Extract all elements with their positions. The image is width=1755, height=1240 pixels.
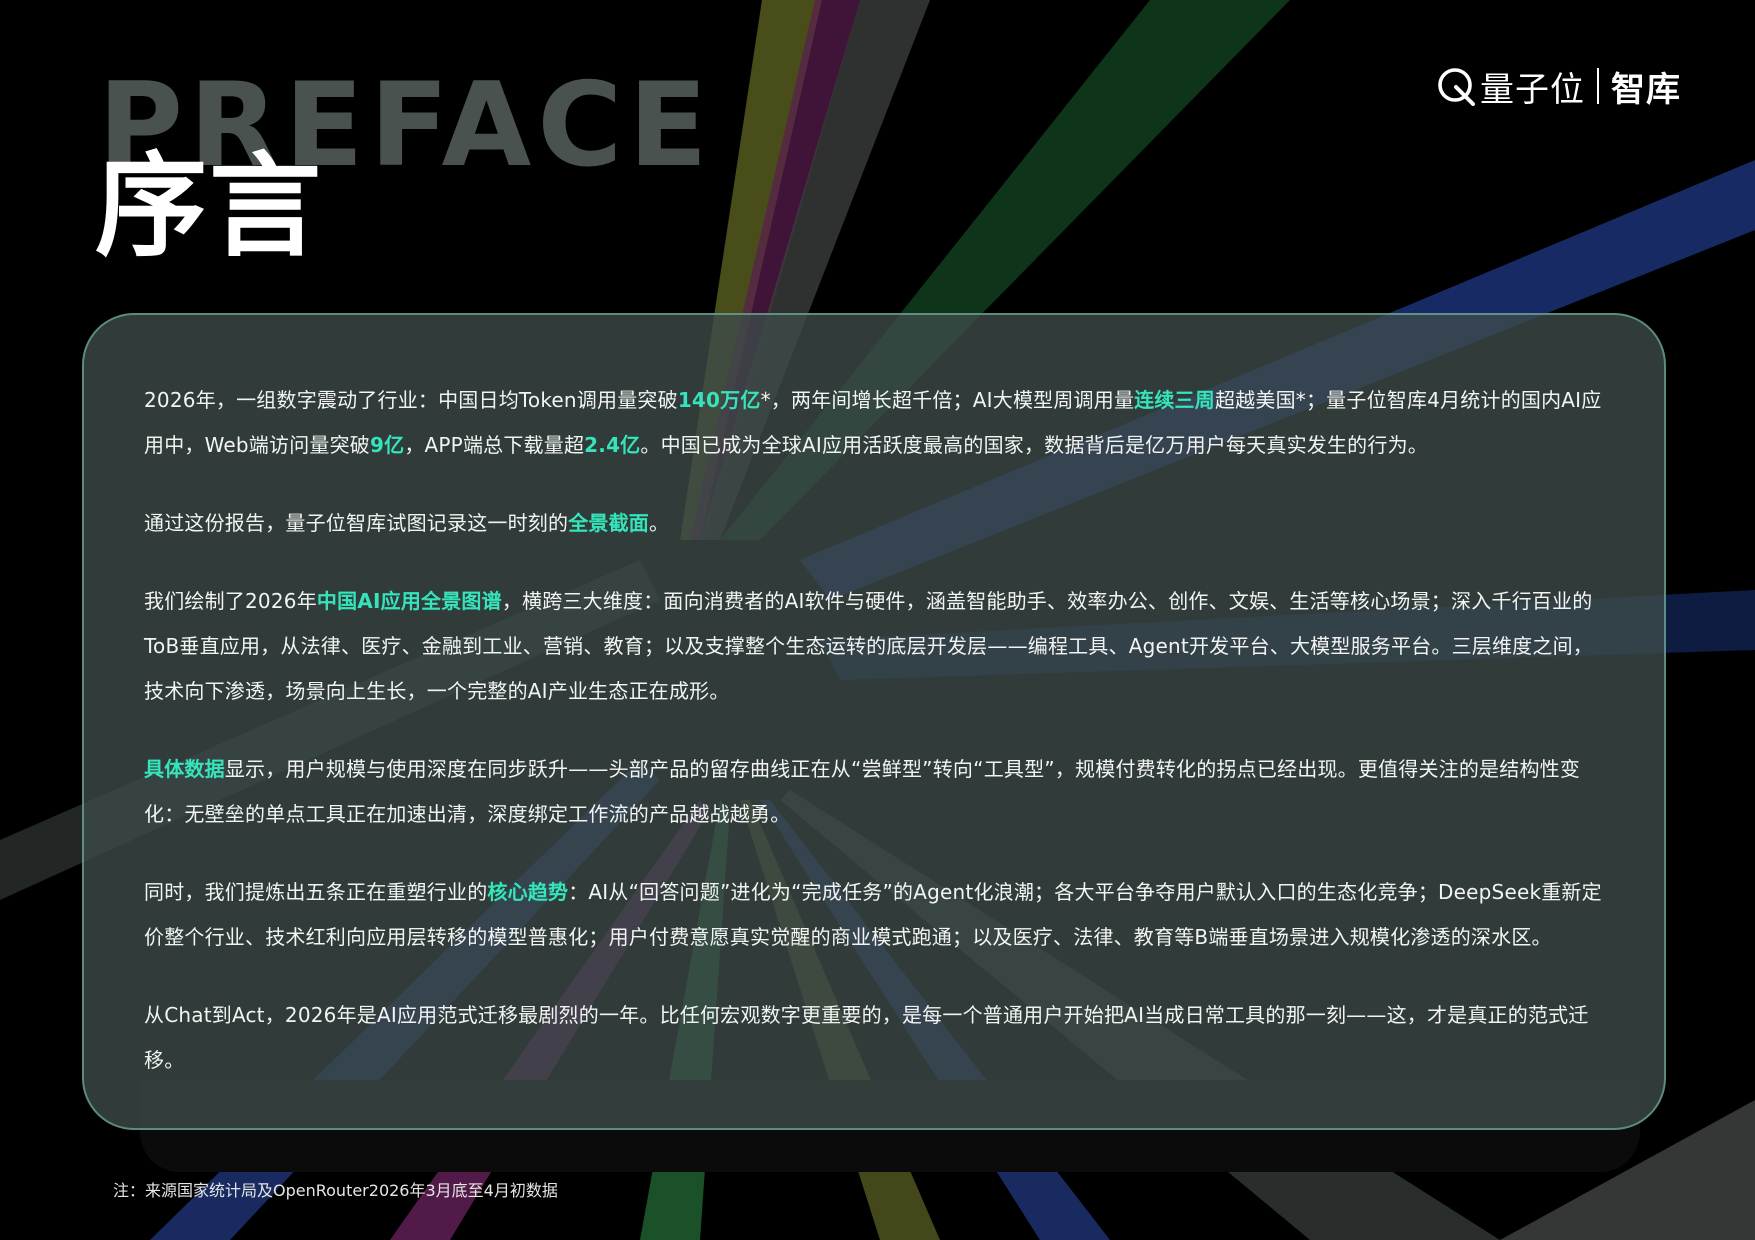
preface-card: 2026年，一组数字震动了行业：中国日均Token调用量突破140万亿*，两年间… [82,313,1666,1130]
logo-name: 量子位 [1480,69,1585,110]
preface-paragraph: 同时，我们提炼出五条正在重塑行业的核心趋势：AI从“回答问题”进化为“完成任务”… [144,870,1608,960]
highlight-text: 9亿 [370,433,405,457]
highlight-text: 具体数据 [144,757,225,781]
paragraph-text: 从Chat到Act，2026年是AI应用范式迁移最剧烈的一年。比任何宏观数字更重… [144,1003,1589,1072]
logo-divider [1597,68,1599,104]
paragraph-text: 显示，用户规模与使用深度在同步跃升——头部产品的留存曲线正在从“尝鲜型”转向“工… [144,757,1581,826]
footnote: 注：来源国家统计局及OpenRouter2026年3月底至4月初数据 [113,1181,558,1200]
highlight-text: 2.4亿 [584,433,641,457]
paragraph-text: 。中国已成为全球AI应用活跃度最高的国家，数据背后是亿万用户每天真实发生的行为。 [640,433,1428,457]
paragraph-text: *，两年间增长超千倍；AI大模型周调用量 [760,388,1135,412]
paragraph-text: 2026年，一组数字震动了行业：中国日均Token调用量突破 [144,388,678,412]
brand-logo: 量子位 智库 [1436,64,1681,110]
paragraph-text: 我们绘制了2026年 [144,589,317,613]
preface-paragraph: 通过这份报告，量子位智库试图记录这一时刻的全景截面。 [144,501,1608,546]
highlight-text: 140万亿 [677,388,761,412]
paragraph-text: 同时，我们提炼出五条正在重塑行业的 [144,880,488,904]
preface-paragraph: 从Chat到Act，2026年是AI应用范式迁移最剧烈的一年。比任何宏观数字更重… [144,993,1608,1083]
highlight-text: 连续三周 [1134,388,1215,412]
highlight-text: 核心趋势 [487,880,569,904]
paragraph-text: 。 [649,511,670,535]
logo-subtitle: 智库 [1611,69,1681,110]
paragraph-text: 通过这份报告，量子位智库试图记录这一时刻的 [144,511,569,535]
preface-paragraph: 我们绘制了2026年中国AI应用全景图谱，横跨三大维度：面向消费者的AI软件与硬… [144,579,1608,714]
preface-paragraph: 2026年，一组数字震动了行业：中国日均Token调用量突破140万亿*，两年间… [144,378,1608,468]
report-page: PREFACE 序言 量子位 智库 2026年，一组数字震动了行业：中国日均To… [0,0,1755,1240]
highlight-text: 中国AI应用全景图谱 [316,589,502,613]
highlight-text: 全景截面 [568,511,650,535]
paragraph-text: ，APP端总下载量超 [404,433,585,457]
page-title: 序言 [95,142,323,272]
qbit-q-icon [1438,68,1475,106]
preface-paragraph: 具体数据显示，用户规模与使用深度在同步跃升——头部产品的留存曲线正在从“尝鲜型”… [144,747,1608,837]
